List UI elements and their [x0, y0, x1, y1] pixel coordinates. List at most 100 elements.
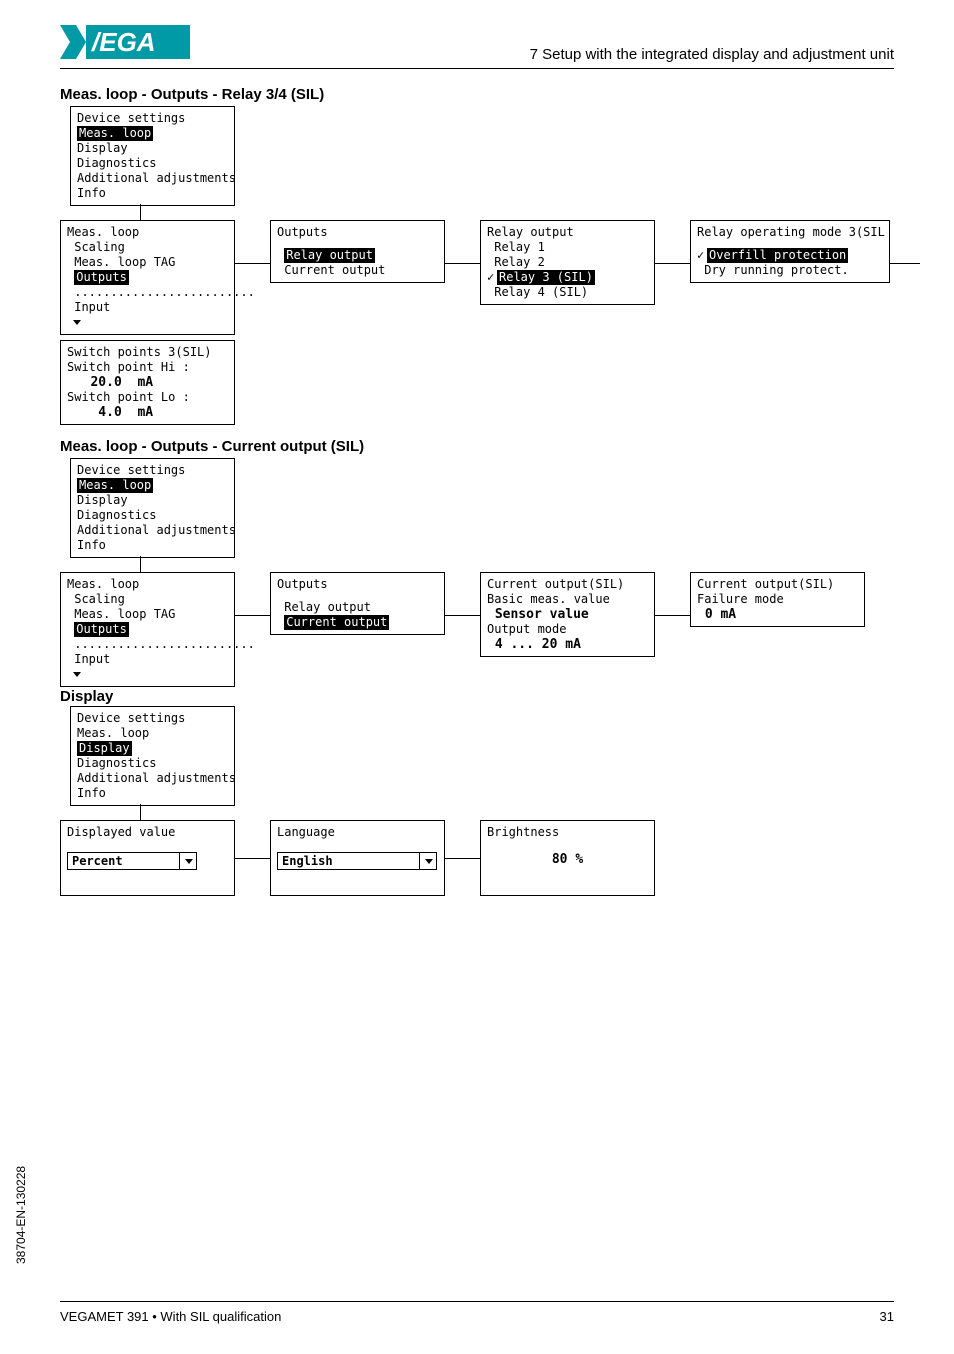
connector	[235, 615, 270, 616]
menu-item: Relay output	[277, 600, 438, 615]
menu-title: Displayed value	[67, 825, 228, 840]
menu-item-selected: ✓Relay 3 (SIL)	[487, 270, 648, 285]
menu-item-selected: Outputs	[67, 622, 228, 637]
menu-measloop-2[interactable]: Meas. loop Scaling Meas. loop TAG Output…	[60, 572, 235, 687]
menu-display-main[interactable]: Device settings Meas. loop Display Diagn…	[70, 706, 235, 806]
menu-title: Language	[277, 825, 438, 840]
footer-product: VEGAMET 391 • With SIL qualification	[60, 1309, 281, 1324]
menu-brightness[interactable]: Brightness 80 %	[480, 820, 655, 896]
menu-item: Relay operating mode 3(SIL	[697, 225, 883, 240]
menu-main-2[interactable]: Device settings Meas. loop Display Diagn…	[70, 458, 235, 558]
connector	[140, 804, 141, 820]
menu-item-selected: Meas. loop	[77, 126, 228, 141]
menu-item: .........................	[67, 285, 228, 300]
menu-item: Input	[67, 300, 228, 330]
menu-item: Info	[77, 538, 228, 553]
connector	[235, 858, 270, 859]
menu-item: Device settings	[77, 463, 228, 478]
switch-lo-label: Switch point Lo :	[67, 390, 228, 405]
title-current: Meas. loop - Outputs - Current output (S…	[60, 438, 364, 455]
menu-item: 4 ... 20 mA	[487, 637, 648, 652]
menu-item: Scaling	[67, 592, 228, 607]
brightness-value: 80 %	[487, 852, 648, 867]
menu-item-selected: Meas. loop	[77, 478, 228, 493]
vega-logo: /EGA	[60, 25, 190, 64]
menu-item: Meas. loop TAG	[67, 255, 228, 270]
menu-outputs-relay[interactable]: Outputs Relay output Current output	[270, 220, 445, 283]
menu-current-failure[interactable]: Current output(SIL) Failure mode 0 mA	[690, 572, 865, 627]
menu-item: Input	[67, 652, 228, 682]
menu-item: Relay 2	[487, 255, 648, 270]
menu-item: Meas. loop TAG	[67, 607, 228, 622]
menu-item: Diagnostics	[77, 156, 228, 171]
dropdown-button[interactable]	[179, 853, 196, 869]
switch-hi-label: Switch point Hi :	[67, 360, 228, 375]
connector	[140, 556, 141, 572]
chevron-down-icon	[185, 859, 193, 864]
menu-item: Device settings	[77, 711, 228, 726]
connector	[445, 263, 480, 264]
menu-item: Meas. loop	[77, 726, 228, 741]
title-relay34: Meas. loop - Outputs - Relay 3/4 (SIL)	[60, 86, 324, 103]
switch-hi-value: 20.0 mA	[67, 375, 228, 390]
chevron-down-icon	[425, 859, 433, 864]
menu-item: Output mode	[487, 622, 648, 637]
menu-item: Sensor value	[487, 607, 648, 622]
menu-item: Basic meas. value	[487, 592, 648, 607]
header-section-text: 7 Setup with the integrated display and …	[530, 46, 894, 63]
menu-language[interactable]: Language English	[270, 820, 445, 896]
menu-item: Display	[77, 141, 228, 156]
dropdown-text: English	[278, 854, 337, 869]
menu-item: 0 mA	[697, 607, 858, 622]
menu-item: Info	[77, 186, 228, 201]
connector	[445, 858, 480, 859]
menu-item: Current output(SIL)	[697, 577, 858, 592]
menu-item-selected: Relay output	[277, 248, 438, 263]
dropdown-language[interactable]: English	[277, 852, 437, 870]
menu-item: Device settings	[77, 111, 228, 126]
menu-item-selected: ✓Overfill protection	[697, 248, 883, 263]
menu-main-1[interactable]: Device settings Meas. loop Display Diagn…	[70, 106, 235, 206]
menu-item: Additional adjustments	[77, 771, 228, 786]
connector	[445, 615, 480, 616]
menu-measloop-1[interactable]: Meas. loop Scaling Meas. loop TAG Output…	[60, 220, 235, 335]
menu-item-selected: Current output	[277, 615, 438, 630]
menu-item: Relay 4 (SIL)	[487, 285, 648, 300]
menu-item: .........................	[67, 637, 228, 652]
title-display: Display	[60, 688, 113, 705]
dropdown-text: Percent	[68, 854, 127, 869]
menu-relay-mode[interactable]: Relay operating mode 3(SIL ✓Overfill pro…	[690, 220, 890, 283]
switch-title: Switch points 3(SIL)	[67, 345, 228, 360]
dropdown-button[interactable]	[419, 853, 436, 869]
menu-displayed-value[interactable]: Displayed value Percent	[60, 820, 235, 896]
connector	[655, 615, 690, 616]
menu-item: Relay 1	[487, 240, 648, 255]
page-number: 31	[880, 1309, 894, 1324]
menu-item: Dry running protect.	[697, 263, 883, 278]
menu-item: Meas. loop	[67, 577, 228, 592]
menu-outputs-current[interactable]: Outputs Relay output Current output	[270, 572, 445, 635]
connector	[140, 204, 141, 220]
menu-item: Display	[77, 493, 228, 508]
menu-switch-points[interactable]: Switch points 3(SIL) Switch point Hi : 2…	[60, 340, 235, 425]
footer-rule	[60, 1301, 894, 1302]
menu-item-selected: Outputs	[67, 270, 228, 285]
menu-item: Relay output	[487, 225, 648, 240]
menu-item: Current output	[277, 263, 438, 278]
connector	[235, 263, 270, 264]
menu-current-output[interactable]: Current output(SIL) Basic meas. value Se…	[480, 572, 655, 657]
menu-item: Additional adjustments	[77, 171, 228, 186]
menu-item: Outputs	[277, 225, 438, 240]
menu-item: Meas. loop	[67, 225, 228, 240]
menu-relay-output[interactable]: Relay output Relay 1 Relay 2 ✓Relay 3 (S…	[480, 220, 655, 305]
menu-item: Additional adjustments	[77, 523, 228, 538]
menu-item: Outputs	[277, 577, 438, 592]
document-id: 38704-EN-130228	[14, 1166, 28, 1264]
menu-item: Info	[77, 786, 228, 801]
connector	[655, 263, 690, 264]
dropdown-displayed-value[interactable]: Percent	[67, 852, 197, 870]
menu-item: Diagnostics	[77, 508, 228, 523]
menu-item: Current output(SIL)	[487, 577, 648, 592]
header-rule	[60, 68, 894, 69]
menu-title: Brightness	[487, 825, 648, 840]
